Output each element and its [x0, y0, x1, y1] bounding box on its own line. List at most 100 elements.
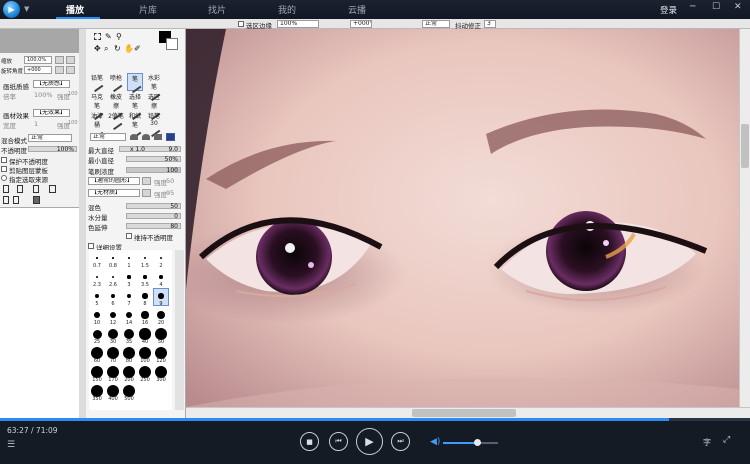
opacity-slider[interactable]: 100%	[28, 146, 77, 153]
brush-size-dot[interactable]	[159, 256, 163, 260]
minimize-icon[interactable]: ─	[690, 2, 695, 12]
lock-layer-icon[interactable]	[33, 196, 40, 204]
brush-texture-button[interactable]	[142, 189, 151, 197]
lasso-icon[interactable]: ✎	[105, 32, 112, 41]
brush-size-dot[interactable]	[108, 329, 118, 339]
brush-size-dot[interactable]	[128, 257, 130, 259]
brush-texture-select[interactable]: 【无材质】	[88, 189, 140, 197]
copy-layer-icon[interactable]	[3, 196, 9, 204]
brush-tool-6[interactable]: 选择笔	[127, 92, 143, 121]
brush-size-dot[interactable]	[92, 329, 102, 339]
tab-library[interactable]: 片库	[139, 3, 157, 16]
brush-size-dot[interactable]	[141, 311, 149, 319]
round-tip-icon[interactable]	[130, 134, 138, 140]
brush-size-dot[interactable]	[143, 275, 147, 279]
brush-size-dot[interactable]	[112, 257, 114, 259]
play-button[interactable]: ▶	[356, 428, 383, 455]
brush-size-dot[interactable]	[94, 312, 100, 318]
blend-mode-select[interactable]: 正常	[28, 134, 72, 142]
rect-select-icon[interactable]	[94, 33, 101, 40]
horizontal-scroll-thumb[interactable]	[412, 409, 516, 417]
layer-panel-scrollbar[interactable]	[79, 29, 86, 418]
nav-zoom-button[interactable]	[55, 56, 64, 64]
brush-size-dot[interactable]	[156, 310, 166, 320]
brush-size-dot[interactable]	[96, 257, 98, 259]
brush-tool-7[interactable]: 选区擦	[146, 92, 162, 121]
selection-source-checkbox[interactable]	[1, 175, 7, 181]
brush-shape-button[interactable]	[142, 177, 151, 185]
brush-tool-8[interactable]: 油漆桶	[89, 111, 105, 140]
close-icon[interactable]: ✕	[734, 2, 742, 12]
brush-size-dot[interactable]	[142, 293, 148, 299]
nav-angle-field[interactable]: +000	[24, 66, 52, 74]
brush-shape-select[interactable]: 【通常的圆形】	[88, 177, 140, 185]
new-layer-icon[interactable]	[3, 185, 9, 193]
brush-tool-10[interactable]: 和纸笔	[127, 111, 143, 140]
maximize-icon[interactable]: ☐	[712, 2, 720, 12]
water-slider[interactable]: 0	[126, 213, 181, 220]
magic-wand-icon[interactable]: ⚲	[116, 32, 122, 41]
brush-tool-4[interactable]: 马克笔	[89, 92, 105, 121]
brush-mode-select[interactable]: 正常	[90, 133, 126, 141]
color-extend-slider[interactable]: 80	[126, 223, 181, 230]
brush-tool-2[interactable]: 笔	[127, 73, 143, 94]
subtitle-button[interactable]: 字	[703, 437, 711, 448]
playlist-icon[interactable]: ☰	[7, 440, 15, 450]
nav-rotate-reset-button[interactable]	[66, 66, 75, 74]
menu-chevron-down-icon[interactable]: ▼	[24, 5, 29, 13]
brush-size-dot[interactable]	[159, 275, 163, 279]
brush-size-dot[interactable]	[125, 311, 133, 319]
background-color-swatch[interactable]	[166, 38, 178, 50]
stop-button[interactable]: ■	[300, 432, 319, 451]
brush-size-dot[interactable]	[139, 328, 151, 340]
brush-size-scrollbar[interactable]	[175, 250, 184, 410]
login-button[interactable]: 登录	[660, 4, 677, 16]
video-frame[interactable]: 选区边缘 100% +000° 正常 抖动修正 3 缩放 100.0% 旋转角度…	[0, 19, 750, 418]
brush-size-dot[interactable]	[143, 256, 147, 260]
brush-size-dot[interactable]	[111, 275, 115, 279]
selection-edge-checkbox[interactable]	[238, 21, 244, 27]
brush-size-dot[interactable]	[110, 293, 116, 299]
delete-layer-icon[interactable]	[49, 185, 56, 193]
tab-cloud[interactable]: 云播	[348, 3, 366, 16]
app-logo-icon[interactable]: ▶	[3, 1, 20, 18]
merge-layer-icon[interactable]	[13, 196, 19, 204]
move-icon[interactable]: ✥	[94, 44, 101, 53]
detail-settings-checkbox[interactable]	[88, 243, 94, 249]
seek-bar[interactable]	[0, 418, 750, 421]
rotate-icon[interactable]: ↻	[114, 44, 121, 53]
canvas-horizontal-scrollbar[interactable]	[186, 407, 750, 418]
keep-opacity-checkbox[interactable]	[126, 233, 132, 239]
tab-mine[interactable]: 我的	[278, 3, 296, 16]
zoom-tool-icon[interactable]: ⌕	[104, 44, 108, 54]
brush-tool-1[interactable]: 喷枪	[108, 73, 124, 93]
layer-list[interactable]	[0, 207, 79, 418]
paper-texture-select[interactable]: 【无质感】	[33, 80, 70, 88]
nav-zoom-reset-button[interactable]	[66, 56, 75, 64]
fullscreen-icon[interactable]: ⤢	[723, 435, 730, 445]
min-size-slider[interactable]: 50%	[126, 156, 181, 163]
tab-play[interactable]: 播放	[66, 3, 84, 16]
new-folder-icon[interactable]	[17, 185, 23, 193]
previous-button[interactable]: ⏮	[329, 432, 348, 451]
volume-icon[interactable]: ◀)	[430, 437, 440, 447]
drawing-canvas[interactable]	[186, 29, 739, 407]
brush-size-dot[interactable]	[158, 293, 164, 299]
soft-tip-icon[interactable]	[142, 134, 150, 140]
density-slider[interactable]: 100	[126, 167, 181, 174]
vertical-scroll-thumb[interactable]	[741, 124, 749, 168]
clipping-checkbox[interactable]	[1, 166, 7, 172]
brush-size-dot[interactable]	[123, 328, 135, 340]
eyedropper-icon[interactable]: ✐	[134, 44, 141, 53]
max-size-slider[interactable]: x 1.0 9.0	[119, 146, 181, 153]
flat-tip-icon[interactable]	[154, 134, 162, 140]
brush-tool-0[interactable]: 铅笔	[89, 73, 105, 93]
brush-size-dot[interactable]	[94, 293, 99, 298]
brush-tool-5[interactable]: 橡皮擦	[108, 92, 124, 121]
brush-size-dot[interactable]	[126, 293, 132, 299]
next-button[interactable]: ⏭	[391, 432, 410, 451]
square-tip-icon[interactable]	[166, 133, 175, 141]
mode-select[interactable]: 正常	[422, 20, 450, 28]
brush-size-dot[interactable]	[127, 275, 131, 279]
mix-slider[interactable]: 50	[126, 203, 181, 210]
